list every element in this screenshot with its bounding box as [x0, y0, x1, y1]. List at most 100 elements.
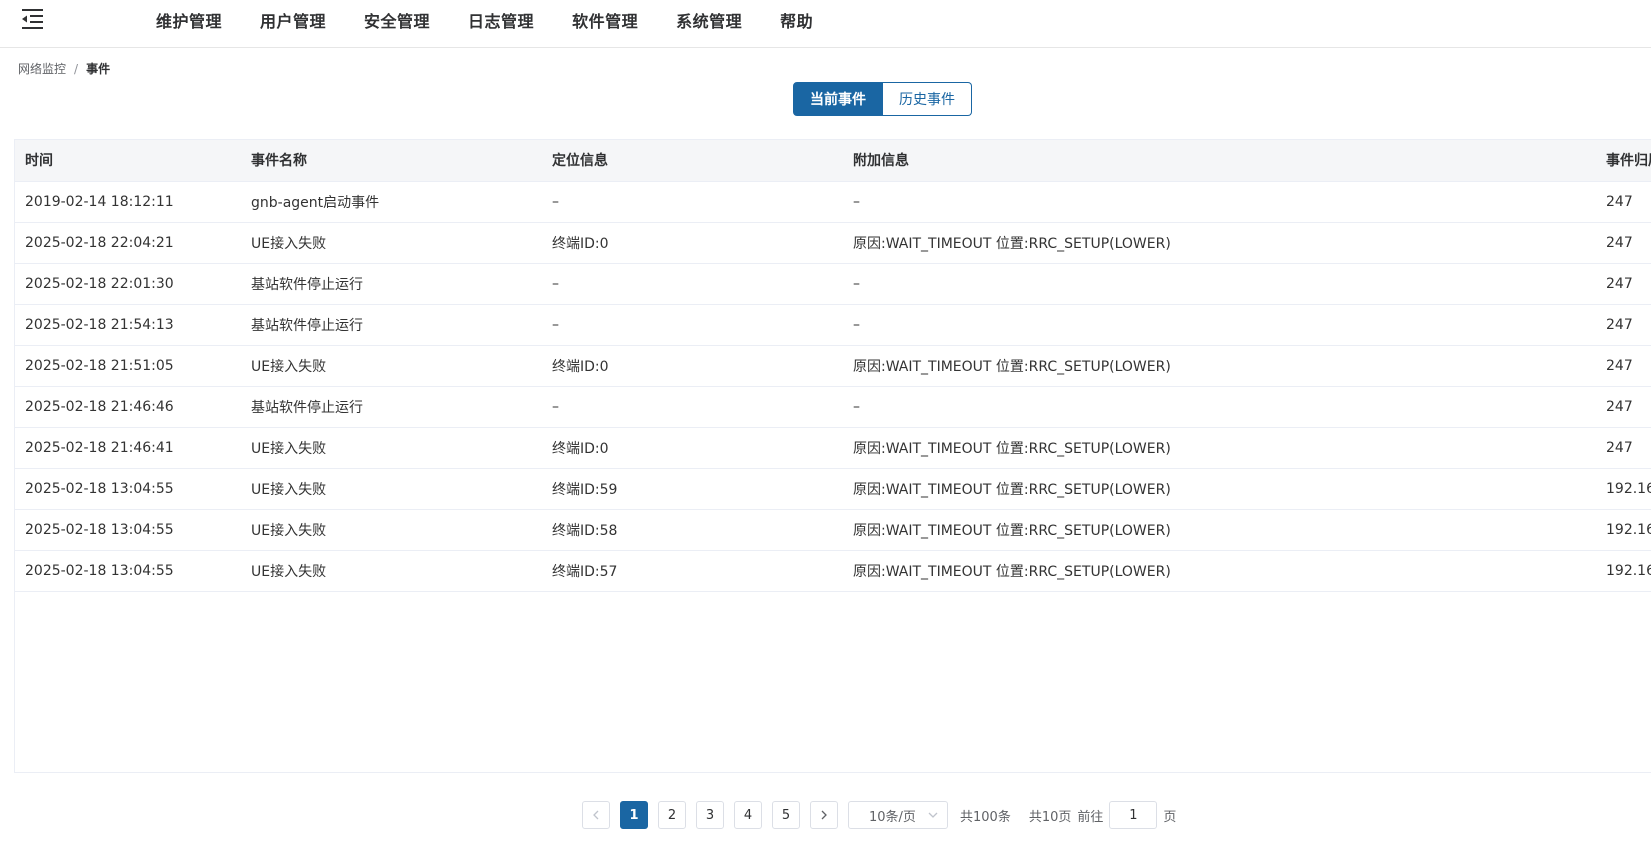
cell-extra-info: 原因:WAIT_TIMEOUT 位置:RRC_SETUP(LOWER): [843, 345, 1596, 387]
chevron-left-icon: [593, 810, 599, 820]
cell-event-owner: 247: [1596, 263, 1651, 305]
cell-extra-info: –: [843, 181, 1596, 223]
nav-item-software[interactable]: 软件管理: [572, 8, 638, 32]
cell-event-name: UE接入失败: [241, 509, 542, 551]
cell-event-owner: 247: [1596, 345, 1651, 387]
breadcrumb-network-monitor[interactable]: 网络监控: [18, 60, 66, 77]
table-row[interactable]: 2025-02-18 22:04:21 UE接入失败 终端ID:0 原因:WAIT_T…: [15, 222, 1651, 264]
cell-location: –: [542, 263, 843, 305]
goto-label: 前往: [1077, 809, 1104, 825]
table-row[interactable]: 2025-02-18 21:46:41 UE接入失败 终端ID:0 原因:WAIT_T…: [15, 427, 1651, 469]
cell-event-owner: 192.16: [1596, 468, 1651, 510]
cell-location: –: [542, 181, 843, 223]
cell-event-name: gnb-agent启动事件: [241, 181, 542, 223]
cell-event-name: 基站软件停止运行: [241, 304, 542, 346]
cell-event-name: UE接入失败: [241, 468, 542, 510]
page-size-select[interactable]: 10条/页: [848, 801, 948, 829]
tab-history-events[interactable]: 历史事件: [883, 82, 972, 116]
chevron-down-icon: [928, 812, 938, 818]
table-row[interactable]: 2025-02-18 13:04:55 UE接入失败 终端ID:57 原因:WAIT_…: [15, 550, 1651, 592]
nav-item-security[interactable]: 安全管理: [364, 8, 430, 32]
main-nav: 维护管理 用户管理 安全管理 日志管理 软件管理 系统管理 帮助: [156, 0, 851, 40]
table-row[interactable]: 2019-02-14 18:12:11 gnb-agent启动事件 – –247: [15, 181, 1651, 223]
cell-event-name: UE接入失败: [241, 345, 542, 387]
cell-location: 终端ID:57: [542, 550, 843, 592]
total-pages: 共10页: [1028, 809, 1072, 825]
goto-page-input[interactable]: [1109, 801, 1158, 829]
table-row[interactable]: 2025-02-18 21:46:46 基站软件停止运行 – –247: [15, 386, 1651, 428]
page-suffix: 页: [1163, 809, 1177, 825]
cell-location: –: [542, 386, 843, 428]
column-header-extra-info: 附加信息: [843, 140, 1596, 182]
cell-time: 2025-02-18 22:04:21: [15, 222, 241, 264]
cell-event-name: 基站软件停止运行: [241, 386, 542, 428]
cell-extra-info: 原因:WAIT_TIMEOUT 位置:RRC_SETUP(LOWER): [843, 468, 1596, 510]
column-header-location: 定位信息: [542, 140, 843, 182]
cell-event-owner: 247: [1596, 304, 1651, 346]
page-button-2[interactable]: 2: [658, 801, 686, 829]
cell-time: 2019-02-14 18:12:11: [15, 181, 241, 223]
table-body: 2019-02-14 18:12:11 gnb-agent启动事件 – –247 202…: [15, 181, 1651, 592]
nav-item-maintenance[interactable]: 维护管理: [156, 8, 222, 32]
pagination: 1 2 3 4 5 10条/页 共100条 共10页 前往 页: [582, 801, 1182, 829]
nav-item-logs[interactable]: 日志管理: [468, 8, 534, 32]
next-page-button[interactable]: [810, 801, 838, 829]
page-button-1[interactable]: 1: [620, 801, 648, 829]
cell-time: 2025-02-18 21:46:46: [15, 386, 241, 428]
cell-event-owner: 247: [1596, 181, 1651, 223]
tab-current-events[interactable]: 当前事件: [793, 82, 883, 116]
nav-item-system[interactable]: 系统管理: [676, 8, 742, 32]
cell-time: 2025-02-18 21:54:13: [15, 304, 241, 346]
nav-item-help[interactable]: 帮助: [780, 8, 813, 32]
cell-event-name: UE接入失败: [241, 222, 542, 264]
cell-time: 2025-02-18 21:46:41: [15, 427, 241, 469]
prev-page-button[interactable]: [582, 801, 610, 829]
table-row[interactable]: 2025-02-18 22:01:30 基站软件停止运行 – –247: [15, 263, 1651, 305]
cell-extra-info: –: [843, 386, 1596, 428]
cell-time: 2025-02-18 13:04:55: [15, 468, 241, 510]
cell-time: 2025-02-18 13:04:55: [15, 550, 241, 592]
table-row[interactable]: 2025-02-18 13:04:55 UE接入失败 终端ID:58 原因:WAIT_…: [15, 509, 1651, 551]
cell-extra-info: 原因:WAIT_TIMEOUT 位置:RRC_SETUP(LOWER): [843, 509, 1596, 551]
nav-item-users[interactable]: 用户管理: [260, 8, 326, 32]
cell-location: 终端ID:0: [542, 222, 843, 264]
cell-extra-info: –: [843, 263, 1596, 305]
cell-time: 2025-02-18 13:04:55: [15, 509, 241, 551]
page-size-value: 10条/页: [869, 809, 916, 825]
cell-event-owner: 247: [1596, 222, 1651, 264]
column-header-event-name: 事件名称: [241, 140, 542, 182]
menu-fold-icon[interactable]: [22, 8, 46, 30]
column-header-time: 时间: [15, 140, 241, 182]
cell-event-owner: 192.16: [1596, 550, 1651, 592]
table-row[interactable]: 2025-02-18 21:54:13 基站软件停止运行 – –247: [15, 304, 1651, 346]
breadcrumb-separator: /: [74, 61, 79, 76]
cell-extra-info: 原因:WAIT_TIMEOUT 位置:RRC_SETUP(LOWER): [843, 222, 1596, 264]
cell-location: 终端ID:58: [542, 509, 843, 551]
cell-event-name: 基站软件停止运行: [241, 263, 542, 305]
cell-event-owner: 192.16: [1596, 509, 1651, 551]
cell-extra-info: –: [843, 304, 1596, 346]
cell-location: 终端ID:0: [542, 427, 843, 469]
events-table: 时间 事件名称 定位信息 附加信息 事件归属 2019-02-14 18:12:…: [14, 139, 1651, 773]
cell-time: 2025-02-18 21:51:05: [15, 345, 241, 387]
cell-event-owner: 247: [1596, 427, 1651, 469]
top-header: 维护管理 用户管理 安全管理 日志管理 软件管理 系统管理 帮助: [0, 0, 1651, 48]
table-header-row: 时间 事件名称 定位信息 附加信息 事件归属: [15, 140, 1651, 182]
cell-extra-info: 原因:WAIT_TIMEOUT 位置:RRC_SETUP(LOWER): [843, 427, 1596, 469]
total-count: 共100条: [960, 809, 1011, 825]
breadcrumb-current: 事件: [86, 62, 111, 76]
column-header-event-owner: 事件归属: [1596, 140, 1651, 182]
cell-location: 终端ID:59: [542, 468, 843, 510]
chevron-right-icon: [821, 810, 827, 820]
cell-location: 终端ID:0: [542, 345, 843, 387]
page-button-4[interactable]: 4: [734, 801, 762, 829]
event-tab-group: 当前事件 历史事件: [793, 82, 972, 116]
page-button-3[interactable]: 3: [696, 801, 724, 829]
breadcrumb: 网络监控 / 事件: [18, 60, 110, 77]
cell-event-name: UE接入失败: [241, 427, 542, 469]
cell-extra-info: 原因:WAIT_TIMEOUT 位置:RRC_SETUP(LOWER): [843, 550, 1596, 592]
cell-event-name: UE接入失败: [241, 550, 542, 592]
table-row[interactable]: 2025-02-18 21:51:05 UE接入失败 终端ID:0 原因:WAIT_T…: [15, 345, 1651, 387]
table-row[interactable]: 2025-02-18 13:04:55 UE接入失败 终端ID:59 原因:WAIT_…: [15, 468, 1651, 510]
page-button-5[interactable]: 5: [772, 801, 800, 829]
